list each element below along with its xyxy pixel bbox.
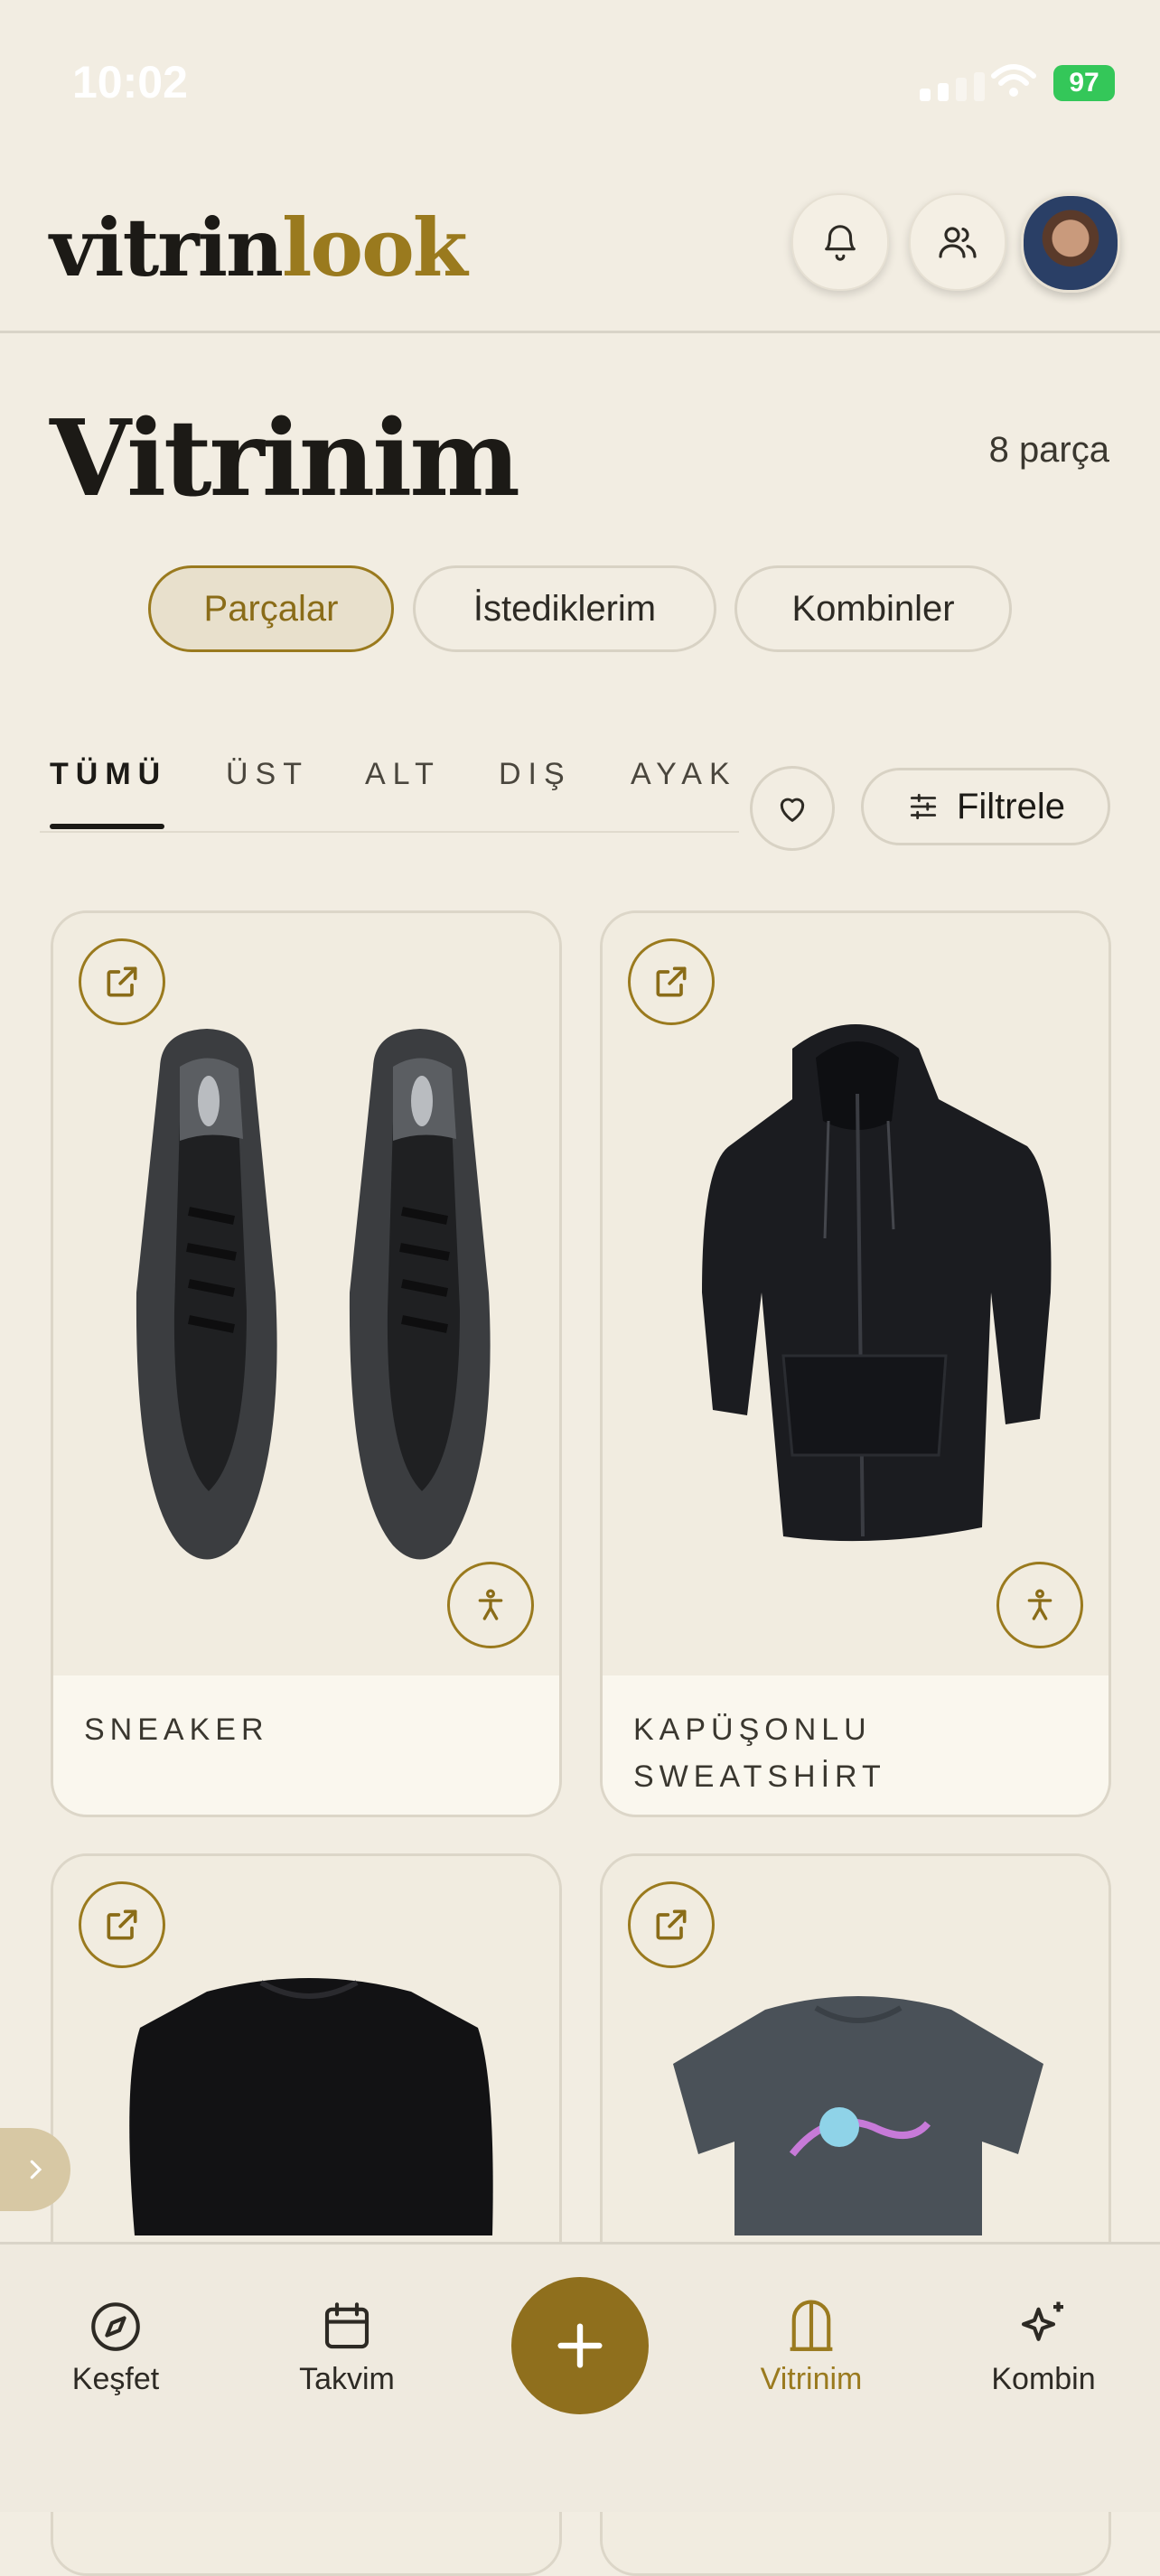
external-link-icon [107,966,137,997]
open-link-button[interactable] [628,938,715,1025]
nav-takvim[interactable]: Takvim [257,2297,437,2397]
battery-level: 97 [1069,68,1099,98]
sliders-icon [910,793,937,820]
app-header: vitrinlook [0,163,1160,333]
logo-part-2: look [281,201,468,294]
external-link-icon [656,966,687,997]
active-category-indicator [50,824,164,829]
status-time: 10:02 [72,57,188,107]
hoodie-image [603,913,1109,1675]
try-on-button[interactable] [996,1562,1083,1648]
plus-icon [557,2323,603,2368]
category-tab-all[interactable]: TÜMÜ [50,757,167,792]
logo-part-1: vitrin [50,201,284,294]
category-tab-outer[interactable]: DIŞ [499,757,572,792]
bottom-nav: Keşfet Takvim Vitrinim Kombin [0,2242,1160,2512]
page-title: Vitrinim [50,397,520,520]
status-bar: 10:02 97 [0,0,1160,135]
favorites-filter-button[interactable] [750,766,835,851]
nav-label: Keşfet [71,2362,160,2396]
item-card-sneaker[interactable]: SNEAKER [51,910,562,1817]
nav-label: Kombin [991,2362,1096,2396]
wardrobe-icon [790,2300,833,2351]
item-label-line-1: KAPÜŞONLU [633,1713,872,1747]
wifi-icon [991,64,1036,97]
person-icon [478,1589,503,1620]
external-link-icon [656,1909,687,1940]
nav-label: Takvim [299,2362,395,2396]
nav-label: Vitrinim [760,2362,863,2396]
sneaker-image [53,913,559,1675]
nav-vitrinim[interactable]: Vitrinim [721,2297,902,2397]
tab-istediklerim[interactable]: İstediklerim [413,565,716,652]
category-tab-bottom[interactable]: ALT [365,757,441,792]
battery-indicator: 97 [1053,65,1115,101]
chevron-right-icon [30,2160,42,2179]
heart-icon [780,798,805,822]
sparkles-icon [1021,2301,1063,2341]
nav-kombin[interactable]: Kombin [953,2297,1134,2397]
calendar-icon [324,2302,370,2349]
item-label: SNEAKER [53,1675,559,1815]
category-tab-top[interactable]: ÜST [226,757,309,792]
category-tab-shoes[interactable]: AYAKI [631,757,739,792]
category-divider [40,831,739,833]
tab-kombinler[interactable]: Kombinler [734,565,1012,652]
compass-icon [91,2302,140,2351]
avatar[interactable] [1021,193,1120,293]
filter-button[interactable]: Filtrele [861,768,1110,845]
open-link-button[interactable] [79,938,165,1025]
add-item-button[interactable] [511,2277,649,2414]
external-link-icon [107,1909,137,1940]
item-label-line-2: SWEATSHİRT [633,1759,886,1794]
nav-kesfet[interactable]: Keşfet [25,2297,206,2397]
person-icon [1027,1589,1052,1620]
notifications-button[interactable] [791,193,889,291]
people-icon [939,227,977,258]
open-link-button[interactable] [79,1881,165,1968]
signal-icon [920,72,985,101]
filter-label: Filtrele [956,786,1066,826]
try-on-button[interactable] [447,1562,534,1648]
item-card-hoodie[interactable]: KAPÜŞONLU SWEATSHİRT [600,910,1111,1817]
item-count: 8 parça [988,430,1109,470]
tab-parcalar[interactable]: Parçalar [148,565,394,652]
friends-button[interactable] [909,193,1006,291]
item-label: KAPÜŞONLU SWEATSHİRT [603,1675,1109,1815]
open-link-button[interactable] [628,1881,715,1968]
bell-icon [825,225,856,261]
app-logo[interactable]: vitrinlook [50,201,468,294]
